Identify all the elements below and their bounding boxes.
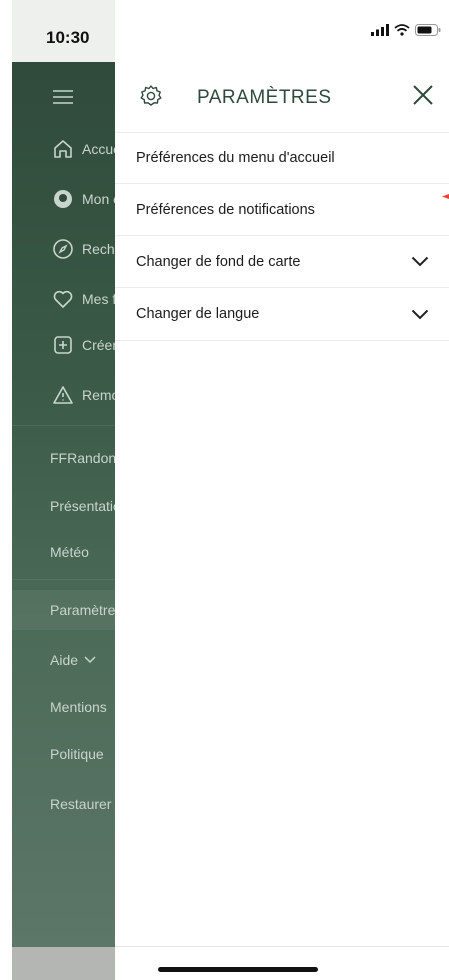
chevron-down-icon[interactable]	[411, 309, 429, 320]
panel-header: PARAMÈTRES	[115, 62, 449, 133]
sidebar-item-favoris[interactable]: Mes favoris	[52, 288, 115, 310]
sidebar-link-label: Paramètres	[50, 602, 115, 618]
profile-icon	[54, 190, 72, 208]
sidebar-link-label: FFRandonnée	[50, 450, 115, 466]
sidebar-item-creer[interactable]: Créer	[52, 334, 115, 356]
menu-item-label: Changer de langue	[136, 306, 260, 322]
sidebar-item-label: Mon compte	[82, 191, 115, 207]
sidebar-divider	[12, 425, 115, 426]
menu-item-label: Préférences de notifications	[136, 201, 315, 218]
sidebar-item-remonter[interactable]: Remonter	[52, 384, 115, 406]
gear-icon	[140, 85, 162, 106]
menu-item-label: Changer de fond de carte	[136, 253, 301, 270]
sidebar-link-ffrandonnee[interactable]: FFRandonnée	[50, 450, 115, 466]
warning-icon	[53, 386, 73, 404]
menu-item-label: Préférences du menu d'accueil	[136, 149, 335, 166]
sidebar-link-mentions[interactable]: Mentions	[50, 699, 107, 715]
sidebar-link-label: Restaurer	[50, 796, 112, 812]
sidebar-link-label: Politique	[50, 746, 104, 762]
hamburger-menu-icon[interactable]	[52, 89, 74, 105]
red-pointer-marker	[442, 194, 449, 199]
settings-panel: PARAMÈTRES Préférences du menu d'accueil…	[115, 0, 449, 980]
status-bar-left: 10:30	[12, 0, 115, 62]
compass-icon	[53, 239, 73, 259]
home-indicator[interactable]	[158, 967, 318, 972]
page-title: PARAMÈTRES	[197, 87, 332, 108]
sidebar-item-label: Mes favoris	[82, 291, 115, 307]
sidebar-divider	[12, 579, 115, 580]
sidebar-item-accueil[interactable]: Accueil	[52, 138, 115, 160]
menu-item-change-language[interactable]: Changer de langue	[115, 288, 449, 341]
plus-square-icon	[54, 336, 72, 354]
sidebar-link-meteo[interactable]: Météo	[50, 544, 89, 560]
status-time: 10:30	[46, 28, 90, 47]
sidebar-item-label: Rechercher	[82, 241, 115, 257]
menu-item-change-map-background[interactable]: Changer de fond de carte	[115, 236, 449, 288]
status-icons	[371, 24, 441, 36]
heart-icon	[53, 290, 73, 308]
sidebar-link-label: Météo	[50, 544, 89, 560]
sidebar-link-politique[interactable]: Politique	[50, 746, 104, 762]
close-icon[interactable]	[411, 83, 435, 107]
menu-item-notification-preferences[interactable]: Préférences de notifications	[115, 184, 449, 236]
side-menu: Accueil Mon compte Rechercher Mes favori…	[12, 62, 115, 947]
sidebar-item-label: Accueil	[82, 141, 115, 157]
sidebar-link-label: Aide	[50, 652, 79, 668]
menu-item-home-preferences[interactable]: Préférences du menu d'accueil	[115, 132, 449, 184]
signal-icon	[371, 24, 389, 36]
home-icon	[54, 140, 72, 158]
sidebar-link-aide[interactable]: Aide	[50, 652, 96, 668]
battery-icon	[415, 24, 441, 36]
sidebar-link-restaurer[interactable]: Restaurer	[50, 796, 111, 812]
sidebar-item-label: Remonter	[82, 387, 115, 403]
chevron-down-icon[interactable]	[411, 256, 429, 267]
bottom-divider	[115, 946, 449, 947]
wifi-icon	[394, 24, 410, 36]
sidebar-item-rechercher[interactable]: Rechercher	[52, 238, 115, 260]
sidebar-link-label: Mentions	[50, 699, 107, 715]
chevron-down-icon	[84, 656, 96, 664]
sidebar-item-mon-compte[interactable]: Mon compte	[52, 188, 115, 210]
sidebar-bottom-strip	[12, 947, 115, 980]
sidebar-link-parametres[interactable]: Paramètres	[50, 602, 115, 618]
sidebar-link-presentation[interactable]: Présentation	[50, 498, 115, 514]
sidebar-item-label: Créer	[82, 337, 115, 353]
sidebar-link-label: Présentation	[50, 498, 115, 514]
